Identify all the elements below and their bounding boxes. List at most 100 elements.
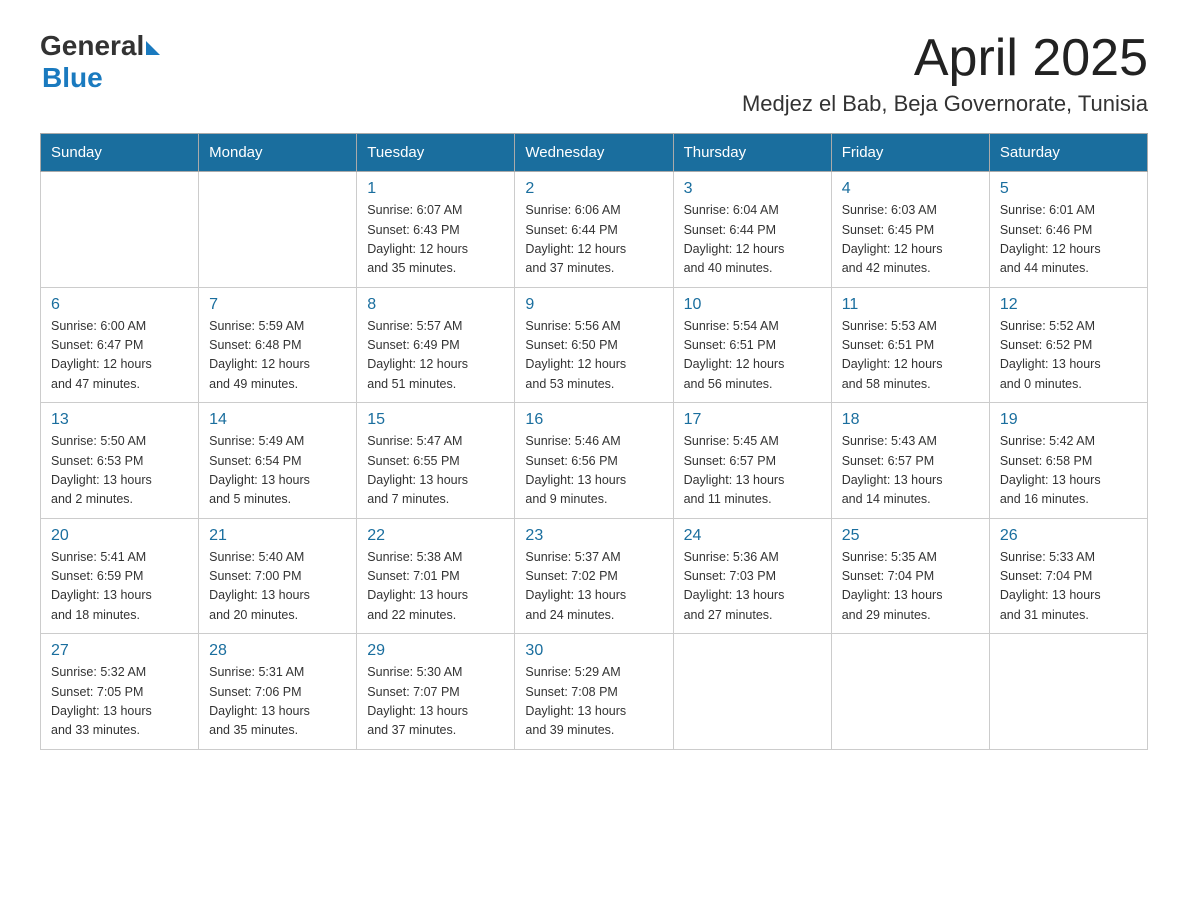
day-info: Sunrise: 5:54 AM Sunset: 6:51 PM Dayligh… bbox=[684, 317, 821, 395]
calendar-cell: 27 Sunrise: 5:32 AM Sunset: 7:05 PM Dayli… bbox=[41, 634, 199, 750]
day-info: Sunrise: 5:50 AM Sunset: 6:53 PM Dayligh… bbox=[51, 432, 188, 510]
calendar-cell: 23 Sunrise: 5:37 AM Sunset: 7:02 PM Dayli… bbox=[515, 518, 673, 634]
calendar-cell: 21Sunrise: 5:40 AM Sunset: 7:00 PM Dayli… bbox=[199, 518, 357, 634]
calendar-cell: 12 Sunrise: 5:52 AM Sunset: 6:52 PM Dayli… bbox=[989, 287, 1147, 403]
calendar-cell: 5 Sunrise: 6:01 AM Sunset: 6:46 PM Daylig… bbox=[989, 172, 1147, 288]
calendar-cell: 24 Sunrise: 5:36 AM Sunset: 7:03 PM Dayli… bbox=[673, 518, 831, 634]
location-title: Medjez el Bab, Beja Governorate, Tunisia bbox=[742, 91, 1148, 117]
day-number: 3 bbox=[684, 180, 821, 198]
day-number: 16 bbox=[525, 411, 662, 429]
logo: General Blue bbox=[40, 30, 160, 94]
weekday-header-tuesday: Tuesday bbox=[357, 134, 515, 172]
day-number: 9 bbox=[525, 296, 662, 314]
weekday-header-wednesday: Wednesday bbox=[515, 134, 673, 172]
calendar-cell: 30 Sunrise: 5:29 AM Sunset: 7:08 PM Dayli… bbox=[515, 634, 673, 750]
day-info: Sunrise: 5:49 AM Sunset: 6:54 PM Dayligh… bbox=[209, 432, 346, 510]
day-number: 29 bbox=[367, 642, 504, 660]
day-number: 2 bbox=[525, 180, 662, 198]
day-info: Sunrise: 5:52 AM Sunset: 6:52 PM Dayligh… bbox=[1000, 317, 1137, 395]
day-number: 27 bbox=[51, 642, 188, 660]
day-info: Sunrise: 5:38 AM Sunset: 7:01 PM Dayligh… bbox=[367, 548, 504, 626]
day-info: Sunrise: 5:40 AM Sunset: 7:00 PM Dayligh… bbox=[209, 548, 346, 626]
day-info: Sunrise: 6:01 AM Sunset: 6:46 PM Dayligh… bbox=[1000, 201, 1137, 279]
calendar-cell: 16 Sunrise: 5:46 AM Sunset: 6:56 PM Dayli… bbox=[515, 403, 673, 519]
calendar-cell: 1Sunrise: 6:07 AM Sunset: 6:43 PM Daylig… bbox=[357, 172, 515, 288]
day-info: Sunrise: 5:30 AM Sunset: 7:07 PM Dayligh… bbox=[367, 663, 504, 741]
calendar-cell: 6Sunrise: 6:00 AM Sunset: 6:47 PM Daylig… bbox=[41, 287, 199, 403]
calendar-cell: 14 Sunrise: 5:49 AM Sunset: 6:54 PM Dayli… bbox=[199, 403, 357, 519]
calendar-cell: 8 Sunrise: 5:57 AM Sunset: 6:49 PM Daylig… bbox=[357, 287, 515, 403]
weekday-header-saturday: Saturday bbox=[989, 134, 1147, 172]
calendar-cell: 26Sunrise: 5:33 AM Sunset: 7:04 PM Dayli… bbox=[989, 518, 1147, 634]
weekday-header-thursday: Thursday bbox=[673, 134, 831, 172]
day-info: Sunrise: 6:04 AM Sunset: 6:44 PM Dayligh… bbox=[684, 201, 821, 279]
calendar-cell: 2 Sunrise: 6:06 AM Sunset: 6:44 PM Daylig… bbox=[515, 172, 673, 288]
day-info: Sunrise: 5:29 AM Sunset: 7:08 PM Dayligh… bbox=[525, 663, 662, 741]
day-number: 10 bbox=[684, 296, 821, 314]
month-title: April 2025 bbox=[742, 30, 1148, 87]
day-number: 4 bbox=[842, 180, 979, 198]
day-number: 5 bbox=[1000, 180, 1137, 198]
calendar-cell: 18 Sunrise: 5:43 AM Sunset: 6:57 PM Dayli… bbox=[831, 403, 989, 519]
day-info: Sunrise: 5:41 AM Sunset: 6:59 PM Dayligh… bbox=[51, 548, 188, 626]
day-number: 7 bbox=[209, 296, 346, 314]
day-info: Sunrise: 5:46 AM Sunset: 6:56 PM Dayligh… bbox=[525, 432, 662, 510]
day-number: 17 bbox=[684, 411, 821, 429]
logo-general-text: General bbox=[40, 30, 144, 62]
day-number: 19 bbox=[1000, 411, 1137, 429]
day-info: Sunrise: 5:53 AM Sunset: 6:51 PM Dayligh… bbox=[842, 317, 979, 395]
calendar-cell: 20 Sunrise: 5:41 AM Sunset: 6:59 PM Dayli… bbox=[41, 518, 199, 634]
week-row-3: 13 Sunrise: 5:50 AM Sunset: 6:53 PM Dayli… bbox=[41, 403, 1148, 519]
day-info: Sunrise: 5:32 AM Sunset: 7:05 PM Dayligh… bbox=[51, 663, 188, 741]
calendar-cell: 13 Sunrise: 5:50 AM Sunset: 6:53 PM Dayli… bbox=[41, 403, 199, 519]
day-info: Sunrise: 5:42 AM Sunset: 6:58 PM Dayligh… bbox=[1000, 432, 1137, 510]
weekday-header-sunday: Sunday bbox=[41, 134, 199, 172]
calendar-cell: 10 Sunrise: 5:54 AM Sunset: 6:51 PM Dayli… bbox=[673, 287, 831, 403]
calendar-cell: 22 Sunrise: 5:38 AM Sunset: 7:01 PM Dayli… bbox=[357, 518, 515, 634]
day-info: Sunrise: 5:31 AM Sunset: 7:06 PM Dayligh… bbox=[209, 663, 346, 741]
day-number: 25 bbox=[842, 527, 979, 545]
day-info: Sunrise: 5:37 AM Sunset: 7:02 PM Dayligh… bbox=[525, 548, 662, 626]
header: General Blue April 2025 Medjez el Bab, B… bbox=[40, 30, 1148, 117]
calendar-cell: 28 Sunrise: 5:31 AM Sunset: 7:06 PM Dayli… bbox=[199, 634, 357, 750]
day-number: 8 bbox=[367, 296, 504, 314]
logo-triangle-icon bbox=[146, 41, 160, 55]
calendar-cell bbox=[831, 634, 989, 750]
day-info: Sunrise: 5:57 AM Sunset: 6:49 PM Dayligh… bbox=[367, 317, 504, 395]
day-number: 14 bbox=[209, 411, 346, 429]
day-info: Sunrise: 5:45 AM Sunset: 6:57 PM Dayligh… bbox=[684, 432, 821, 510]
day-number: 20 bbox=[51, 527, 188, 545]
day-number: 30 bbox=[525, 642, 662, 660]
calendar-table: SundayMondayTuesdayWednesdayThursdayFrid… bbox=[40, 133, 1148, 750]
week-row-2: 6Sunrise: 6:00 AM Sunset: 6:47 PM Daylig… bbox=[41, 287, 1148, 403]
day-number: 24 bbox=[684, 527, 821, 545]
day-number: 18 bbox=[842, 411, 979, 429]
day-number: 28 bbox=[209, 642, 346, 660]
day-number: 6 bbox=[51, 296, 188, 314]
title-block: April 2025 Medjez el Bab, Beja Governora… bbox=[742, 30, 1148, 117]
calendar-cell bbox=[989, 634, 1147, 750]
day-info: Sunrise: 5:35 AM Sunset: 7:04 PM Dayligh… bbox=[842, 548, 979, 626]
day-number: 23 bbox=[525, 527, 662, 545]
day-number: 13 bbox=[51, 411, 188, 429]
calendar-cell: 15Sunrise: 5:47 AM Sunset: 6:55 PM Dayli… bbox=[357, 403, 515, 519]
day-number: 11 bbox=[842, 296, 979, 314]
day-number: 1 bbox=[367, 180, 504, 198]
day-info: Sunrise: 5:43 AM Sunset: 6:57 PM Dayligh… bbox=[842, 432, 979, 510]
week-row-4: 20 Sunrise: 5:41 AM Sunset: 6:59 PM Dayli… bbox=[41, 518, 1148, 634]
calendar-cell: 11 Sunrise: 5:53 AM Sunset: 6:51 PM Dayli… bbox=[831, 287, 989, 403]
day-info: Sunrise: 5:36 AM Sunset: 7:03 PM Dayligh… bbox=[684, 548, 821, 626]
day-number: 12 bbox=[1000, 296, 1137, 314]
calendar-cell: 19 Sunrise: 5:42 AM Sunset: 6:58 PM Dayli… bbox=[989, 403, 1147, 519]
week-row-5: 27 Sunrise: 5:32 AM Sunset: 7:05 PM Dayli… bbox=[41, 634, 1148, 750]
calendar-cell: 29 Sunrise: 5:30 AM Sunset: 7:07 PM Dayli… bbox=[357, 634, 515, 750]
calendar-cell: 9 Sunrise: 5:56 AM Sunset: 6:50 PM Daylig… bbox=[515, 287, 673, 403]
calendar-cell: 17 Sunrise: 5:45 AM Sunset: 6:57 PM Dayli… bbox=[673, 403, 831, 519]
calendar-cell: 4Sunrise: 6:03 AM Sunset: 6:45 PM Daylig… bbox=[831, 172, 989, 288]
day-number: 15 bbox=[367, 411, 504, 429]
calendar-cell: 3 Sunrise: 6:04 AM Sunset: 6:44 PM Daylig… bbox=[673, 172, 831, 288]
day-info: Sunrise: 5:56 AM Sunset: 6:50 PM Dayligh… bbox=[525, 317, 662, 395]
day-number: 22 bbox=[367, 527, 504, 545]
day-info: Sunrise: 6:06 AM Sunset: 6:44 PM Dayligh… bbox=[525, 201, 662, 279]
day-info: Sunrise: 5:59 AM Sunset: 6:48 PM Dayligh… bbox=[209, 317, 346, 395]
